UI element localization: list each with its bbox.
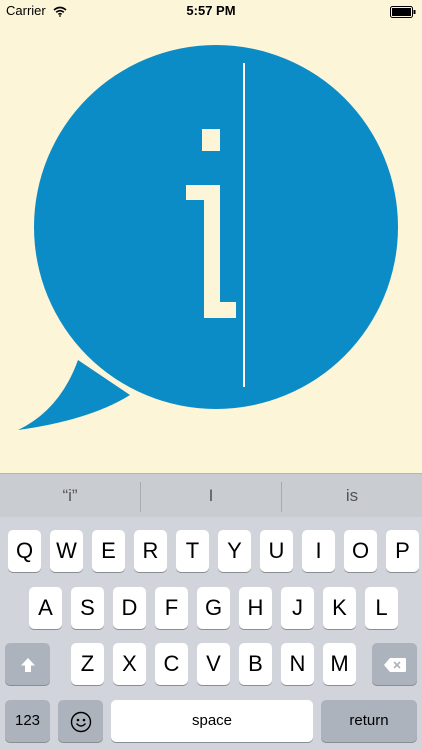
keyboard: Q W E R T Y U I O P A S D F G H J K L Z … [0,517,422,750]
key-p[interactable]: P [386,530,419,572]
key-o[interactable]: O [344,530,377,572]
key-k[interactable]: K [323,587,356,629]
key-h[interactable]: H [239,587,272,629]
key-t[interactable]: T [176,530,209,572]
key-c[interactable]: C [155,643,188,685]
suggestion-2[interactable]: I [141,474,281,518]
delete-key[interactable] [372,643,417,685]
key-x[interactable]: X [113,643,146,685]
key-b[interactable]: B [239,643,272,685]
shift-key[interactable] [5,643,50,685]
suggestion-1[interactable]: “i” [0,474,140,518]
key-z[interactable]: Z [71,643,104,685]
key-l[interactable]: L [365,587,398,629]
return-key[interactable]: return [321,700,417,742]
key-s[interactable]: S [71,587,104,629]
key-e[interactable]: E [92,530,125,572]
key-r[interactable]: R [134,530,167,572]
text-cursor [243,63,245,387]
key-v[interactable]: V [197,643,230,685]
emoji-key[interactable] [58,700,103,742]
shift-icon [19,651,37,676]
emoji-icon [70,708,92,733]
speech-bubble-logo [18,45,398,430]
key-f[interactable]: F [155,587,188,629]
key-i[interactable]: I [302,530,335,572]
key-m[interactable]: M [323,643,356,685]
key-g[interactable]: G [197,587,230,629]
key-d[interactable]: D [113,587,146,629]
key-y[interactable]: Y [218,530,251,572]
backspace-icon [383,651,407,676]
space-bar[interactable]: space [111,700,313,742]
suggestion-3[interactable]: is [282,474,422,518]
key-w[interactable]: W [50,530,83,572]
key-a[interactable]: A [29,587,62,629]
key-q[interactable]: Q [8,530,41,572]
key-u[interactable]: U [260,530,293,572]
info-dot [202,129,220,151]
key-n[interactable]: N [281,643,314,685]
numbers-key[interactable]: 123 [5,700,50,742]
key-j[interactable]: J [281,587,314,629]
predictive-bar: “i” I is [0,473,422,518]
